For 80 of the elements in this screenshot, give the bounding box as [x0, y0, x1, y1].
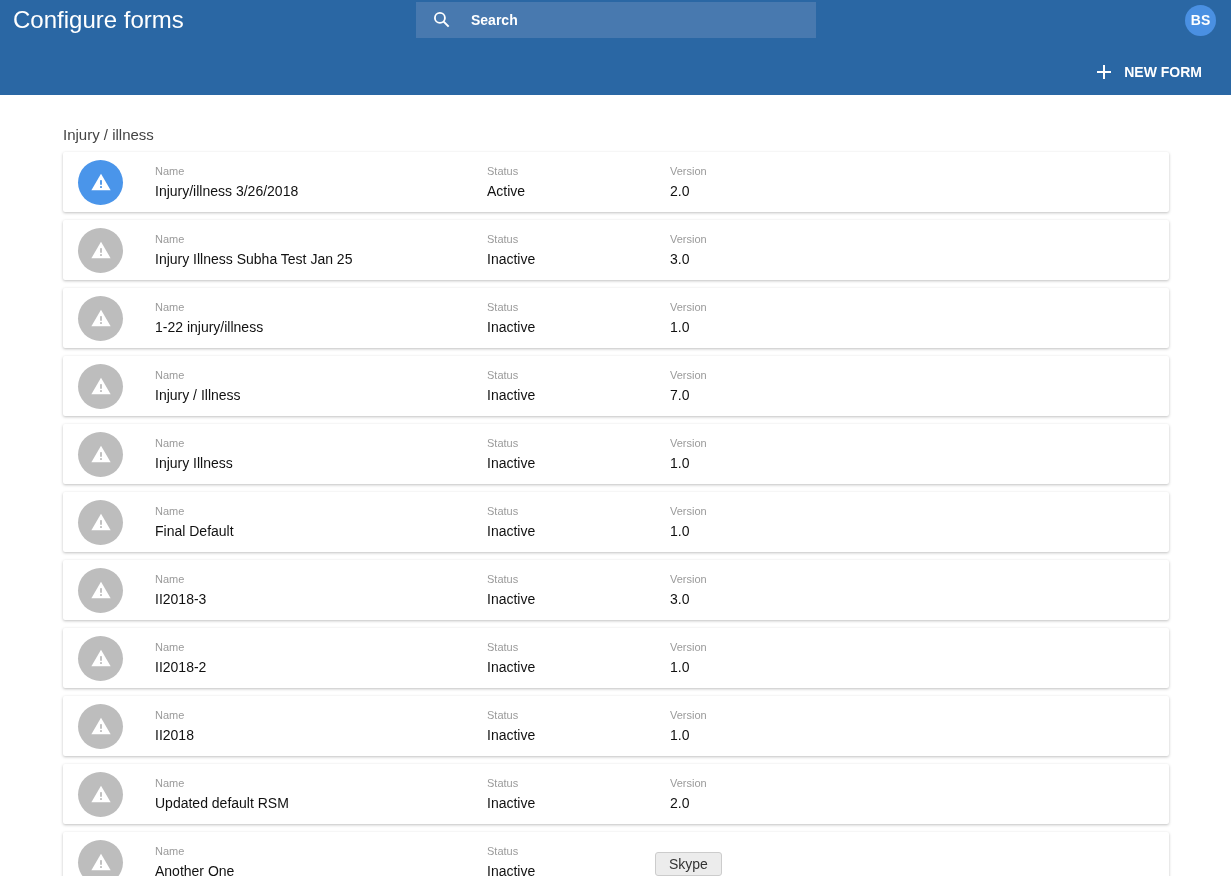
- form-card[interactable]: Name II2018 Status Inactive Version 1.0: [63, 696, 1169, 756]
- form-name: Another One: [155, 863, 236, 876]
- form-status: Inactive: [487, 659, 537, 675]
- form-name: II2018-2: [155, 659, 208, 675]
- form-name: Injury Illness: [155, 455, 234, 471]
- form-version: 1.0: [670, 319, 691, 335]
- field-label: Name: [155, 777, 186, 789]
- field-label: Status: [487, 641, 520, 653]
- form-name: II2018-3: [155, 591, 208, 607]
- plus-icon: [1096, 63, 1113, 80]
- field-label: Status: [487, 301, 520, 313]
- form-status: Active: [487, 183, 527, 199]
- form-name: Updated default RSM: [155, 795, 290, 811]
- field-label: Name: [155, 165, 186, 177]
- form-name: Injury/illness 3/26/2018: [155, 183, 300, 199]
- field-label: Name: [155, 845, 186, 857]
- field-label: Status: [487, 709, 520, 721]
- field-label: Name: [155, 641, 186, 653]
- field-label: Version: [670, 301, 707, 313]
- field-label: Version: [670, 777, 707, 789]
- form-version: 1.0: [670, 523, 691, 539]
- field-label: Status: [487, 233, 520, 245]
- tooltip: Skype: [655, 852, 722, 876]
- field-label: Status: [487, 505, 520, 517]
- field-label: Version: [670, 165, 707, 177]
- form-status: Inactive: [487, 455, 537, 471]
- field-label: Version: [670, 505, 707, 517]
- form-card[interactable]: Name Final Default Status Inactive Version 1.0: [63, 492, 1169, 552]
- form-version: 3.0: [670, 591, 691, 607]
- field-label: Status: [487, 369, 520, 381]
- section-title: Injury / illness: [63, 126, 155, 143]
- form-version: 1.0: [670, 659, 691, 675]
- form-card[interactable]: Name II2018-3 Status Inactive Version 3.0: [63, 560, 1169, 620]
- form-card[interactable]: Name Injury Illness Status Inactive Version 1.0: [63, 424, 1169, 484]
- new-form-button[interactable]: NEW FORM: [1096, 63, 1202, 80]
- field-label: Version: [670, 369, 707, 381]
- form-name: Final Default: [155, 523, 235, 539]
- field-label: Status: [487, 573, 520, 585]
- form-status: Inactive: [487, 591, 537, 607]
- field-label: Status: [487, 437, 520, 449]
- field-label: Version: [670, 437, 707, 449]
- form-name: 1-22 injury/illness: [155, 319, 265, 335]
- search-field[interactable]: Search: [416, 2, 816, 38]
- field-label: Status: [487, 845, 520, 857]
- form-name: Injury Illness Subha Test Jan 25: [155, 251, 354, 267]
- field-label: Status: [487, 777, 520, 789]
- form-version: 3.0: [670, 251, 691, 267]
- field-label: Version: [670, 573, 707, 585]
- form-card[interactable]: Name Injury Illness Subha Test Jan 25 Status Inactive Version 3.0: [63, 220, 1169, 280]
- form-status: Inactive: [487, 523, 537, 539]
- field-label: Status: [487, 165, 520, 177]
- page-title: Configure forms: [13, 6, 185, 34]
- form-version: 2.0: [670, 795, 691, 811]
- field-label: Name: [155, 369, 186, 381]
- field-label: Name: [155, 505, 186, 517]
- form-status: Inactive: [487, 795, 537, 811]
- form-card[interactable]: Name 1-22 injury/illness Status Inactive Version 1.0: [63, 288, 1169, 348]
- form-version: 1.0: [670, 727, 691, 743]
- form-status: Inactive: [487, 251, 537, 267]
- form-card[interactable]: Name Updated default RSM Status Inactive Version 2.0: [63, 764, 1169, 824]
- form-card[interactable]: Name II2018-2 Status Inactive Version 1.0: [63, 628, 1169, 688]
- form-version: 7.0: [670, 387, 691, 403]
- form-status: Inactive: [487, 863, 537, 876]
- form-status: Inactive: [487, 319, 537, 335]
- form-name: Injury / Illness: [155, 387, 242, 403]
- form-card[interactable]: Name Injury/illness 3/26/2018 Status Active Version 2.0: [63, 152, 1169, 212]
- form-version: 1.0: [670, 455, 691, 471]
- field-label: Name: [155, 301, 186, 313]
- field-label: Name: [155, 233, 186, 245]
- form-version: 2.0: [670, 183, 691, 199]
- field-label: Name: [155, 709, 186, 721]
- form-card[interactable]: Name Injury / Illness Status Inactive Version 7.0: [63, 356, 1169, 416]
- field-label: Version: [670, 709, 707, 721]
- form-status: Inactive: [487, 727, 537, 743]
- field-label: Version: [670, 233, 707, 245]
- field-label: Name: [155, 437, 186, 449]
- field-label: Name: [155, 573, 186, 585]
- field-label: Version: [670, 641, 707, 653]
- form-status: Inactive: [487, 387, 537, 403]
- form-name: II2018: [155, 727, 195, 743]
